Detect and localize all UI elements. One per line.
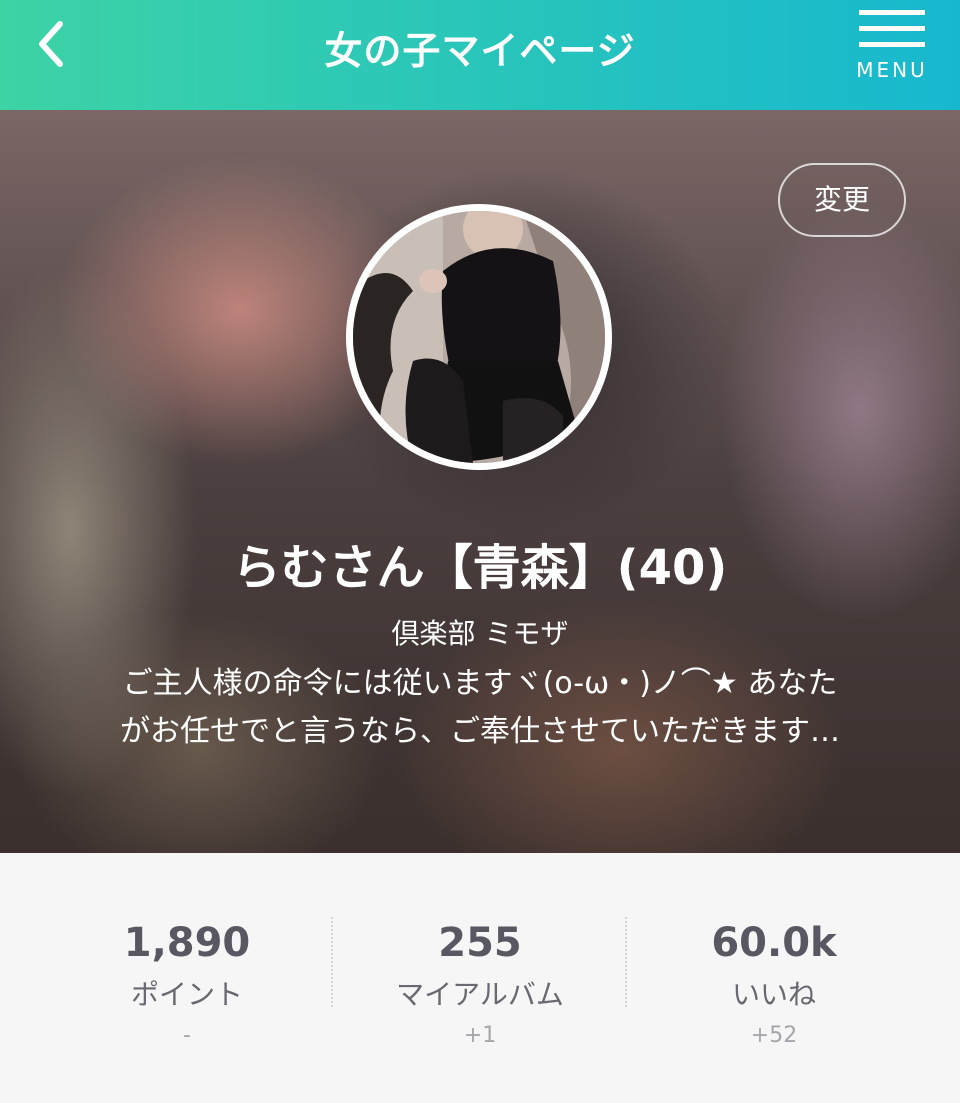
stat-label: マイアルバム [396, 978, 564, 1011]
menu-button[interactable]: MENU [854, 10, 930, 82]
profile-bio: ご主人様の命令には従いますヾ(o-ω・)ノ⌒★ あなた がお任せでと言うなら、ご… [50, 660, 910, 756]
profile-hero: 変更 らむさん【青森】(40) 倶楽部 ミモザ ご主人様の命令には従いますヾ(o… [0, 110, 960, 853]
stat-delta: - [183, 1023, 191, 1048]
stat-label: ポイント [130, 978, 243, 1011]
bio-line: がお任せでと言うなら、ご奉仕させていただきます… [120, 714, 840, 749]
menu-label: MENU [856, 58, 928, 82]
change-cover-button[interactable]: 変更 [778, 163, 906, 237]
profile-name: らむさん【青森】(40) [232, 540, 728, 596]
stat-value: 1,890 [123, 920, 251, 966]
stat-likes[interactable]: 60.0k いいね +52 [624, 915, 924, 1048]
stat-album[interactable]: 255 マイアルバム +1 [330, 915, 630, 1048]
stat-points[interactable]: 1,890 ポイント - [37, 915, 337, 1048]
stat-value: 255 [438, 920, 522, 966]
stat-delta: +52 [750, 1023, 798, 1048]
stat-label: いいね [731, 978, 816, 1011]
stat-value: 60.0k [711, 920, 837, 966]
stat-delta: +1 [463, 1023, 497, 1048]
page-title: 女の子マイページ [324, 29, 636, 73]
stats-panel: 1,890 ポイント - 255 マイアルバム +1 60.0k いいね +52 [0, 853, 960, 1103]
avatar[interactable] [346, 204, 612, 470]
hamburger-icon [854, 10, 930, 47]
avatar-photo [353, 211, 605, 463]
app-header: 女の子マイページ MENU [0, 0, 960, 110]
shop-name: 倶楽部 ミモザ [391, 617, 569, 650]
bio-line: ご主人様の命令には従いますヾ(o-ω・)ノ⌒★ あなた [122, 666, 838, 701]
